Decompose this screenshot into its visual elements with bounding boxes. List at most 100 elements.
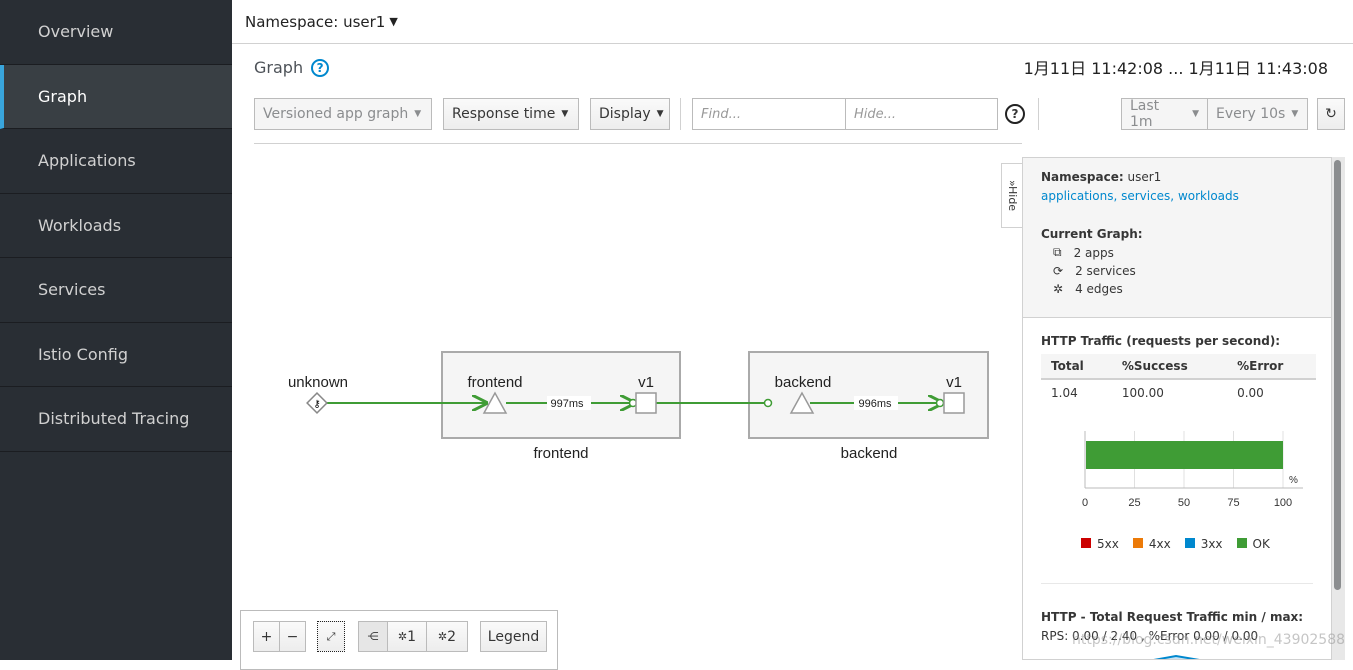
unknown-node-label: unknown (288, 374, 348, 391)
namespace-links[interactable]: applications, services, workloads (1041, 189, 1313, 203)
time-range: 1月11日 11:42:08 ... 1月11日 11:43:08 (1023, 59, 1328, 78)
legend-label: 5xx (1097, 537, 1119, 551)
legend-label: 3xx (1200, 537, 1223, 551)
service-graph[interactable]: frontend backend 997ms 996ms ⚷ unknown f… (254, 145, 999, 605)
double-chevron-right-icon: » (1006, 179, 1019, 187)
display-label: Display (599, 106, 651, 122)
edge-label-frontend: 997ms (550, 398, 584, 410)
legend-item: 3xx (1184, 537, 1223, 551)
sidebar-item-workloads[interactable]: Workloads (0, 194, 232, 258)
legend-swatch (1081, 538, 1091, 548)
backend-box-label: backend (841, 445, 898, 462)
legend-label: 4xx (1148, 537, 1171, 551)
edge-label-backend: 996ms (858, 398, 892, 410)
edge-label-label: Response time (452, 106, 556, 122)
namespace-selector[interactable]: Namespace: user1 ▼ (232, 0, 1353, 44)
unknown-node[interactable]: ⚷ (306, 392, 328, 414)
edges-icon: ✲ (1053, 282, 1064, 296)
layout-1-button[interactable]: ✲ 1 (387, 621, 427, 652)
layout-2-label: 2 (447, 628, 457, 645)
legend-item: OK (1236, 537, 1270, 551)
layout-default-button[interactable]: ⋲ (358, 621, 388, 652)
frontend-v1-node[interactable] (635, 392, 657, 414)
tick-label: 25 (1128, 497, 1140, 509)
sidebar-item-graph[interactable]: Graph (0, 64, 232, 129)
frontend-version-label: v1 (638, 374, 654, 391)
fit-to-screen-button[interactable]: ⤢ (317, 621, 345, 652)
summary-panel: Namespace: user1 applications, services,… (1022, 157, 1332, 660)
find-input[interactable]: Find... (692, 98, 846, 130)
table-cell: 100.00 (1121, 386, 1164, 400)
watermark: https://blog.csdn.net/weixin_43902588 (1072, 632, 1346, 648)
current-graph-label: Current Graph: (1041, 227, 1143, 241)
sidebar-item-overview[interactable]: Overview (0, 0, 232, 65)
divider (1038, 98, 1039, 130)
bar-ok (1086, 441, 1283, 469)
services-icon: ⟳ (1053, 264, 1064, 278)
apps-count: 2 apps (1073, 245, 1114, 260)
chart-legend: 5xx 4xx 3xx OK (1081, 537, 1313, 551)
zoom-in-button[interactable]: + (253, 621, 280, 652)
traffic-table: Total %Success %Error 1.04 100.00 0.00 (1041, 354, 1316, 406)
tick-label: 75 (1227, 497, 1239, 509)
refresh-button[interactable]: ↻ (1317, 98, 1345, 130)
topology-icon: ⋲ (367, 630, 379, 643)
panel-scrollbar[interactable] (1332, 157, 1345, 660)
find-help-icon[interactable]: ? (1005, 104, 1025, 124)
edge-label-dropdown[interactable]: Response time ▼ (443, 98, 579, 130)
hide-input[interactable]: Hide... (845, 98, 998, 130)
sidebar-item-applications[interactable]: Applications (0, 129, 232, 194)
apps-icon: ⧉ (1053, 245, 1062, 259)
backend-version-label: v1 (946, 374, 962, 391)
expand-icon: ⤢ (326, 629, 336, 643)
layout-1-label: 1 (407, 628, 417, 645)
chevron-down-icon: ▼ (389, 15, 398, 28)
graph-toolbar: + − ⤢ ⋲ ✲ 1 ✲ 2 Legend (240, 610, 558, 670)
sidebar-item-distributed-tracing[interactable]: Distributed Tracing (0, 387, 232, 452)
total-traffic-title: HTTP - Total Request Traffic min / max: (1041, 610, 1304, 624)
sidebar-item-services[interactable]: Services (0, 258, 232, 323)
edge-source-dot (763, 398, 773, 408)
backend-v1-node[interactable] (943, 392, 965, 414)
duration-label: Last 1m (1130, 98, 1160, 130)
chevron-down-icon: ▼ (414, 109, 422, 119)
duration-dropdown[interactable]: Last 1m ▼ (1121, 98, 1208, 130)
legend-label: OK (1252, 537, 1270, 551)
chevron-down-icon: ▼ (656, 109, 664, 119)
graph-type-dropdown[interactable]: Versioned app graph ▼ (254, 98, 432, 130)
legend-swatch (1236, 538, 1247, 548)
refresh-interval-dropdown[interactable]: Every 10s ▼ (1207, 98, 1308, 130)
hide-panel-tab[interactable]: » Hide (1001, 163, 1023, 228)
chevron-down-icon: ▼ (1291, 109, 1299, 119)
namespace-label: Namespace: (1041, 170, 1124, 184)
help-icon[interactable]: ? (311, 58, 330, 77)
column-header: %Error (1227, 354, 1316, 380)
zoom-out-button[interactable]: − (279, 621, 306, 652)
table-cell: 1.04 (1051, 386, 1078, 400)
layout-2-button[interactable]: ✲ 2 (426, 621, 468, 652)
refresh-icon: ↻ (1325, 106, 1337, 122)
table-row: 1.04 100.00 0.00 (1041, 379, 1316, 406)
cluster-icon: ✲ (397, 630, 408, 643)
namespace-value: user1 (1127, 170, 1162, 184)
key-icon: ⚷ (313, 399, 320, 410)
column-header: Total (1041, 354, 1112, 380)
scrollbar-thumb[interactable] (1334, 160, 1341, 590)
cluster-icon: ✲ (437, 630, 448, 643)
legend-item: 5xx (1081, 537, 1119, 551)
tick-label: 0 (1082, 497, 1088, 509)
namespace-label: Namespace: user1 (245, 12, 386, 31)
sidebar-item-istio-config[interactable]: Istio Config (0, 323, 232, 387)
backend-app-label: backend (775, 374, 832, 391)
refresh-interval-label: Every 10s (1216, 106, 1286, 122)
legend-item: 4xx (1132, 537, 1171, 551)
page-title: Graph (254, 58, 304, 77)
edges-count: 4 edges (1075, 282, 1123, 296)
legend-button[interactable]: Legend (480, 621, 547, 652)
graph-type-label: Versioned app graph (263, 106, 409, 122)
hide-label: Hide (1006, 186, 1019, 212)
display-dropdown[interactable]: Display ▼ (590, 98, 670, 130)
legend-swatch (1132, 538, 1143, 548)
frontend-box-label: frontend (533, 445, 588, 462)
column-header: %Success (1111, 354, 1228, 380)
